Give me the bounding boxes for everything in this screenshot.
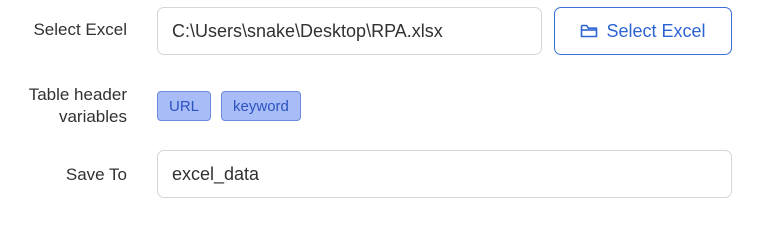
variable-tag-url[interactable]: URL	[157, 91, 212, 121]
variable-tag-keyword[interactable]: keyword	[221, 91, 301, 121]
excel-path-input[interactable]	[172, 20, 527, 42]
header-variables-row: Table header variables	[0, 80, 762, 140]
header-variables-label-line1: Table header	[28, 85, 127, 104]
select-excel-button[interactable]: Select Excel	[554, 7, 732, 55]
folder-open-icon	[580, 23, 598, 39]
save-to-input[interactable]	[172, 163, 717, 185]
select-excel-row: Select Excel Select Excel	[0, 0, 762, 62]
header-variable-tags: URL keyword	[157, 91, 301, 121]
header-variables-label: Table header variables	[0, 84, 127, 128]
save-to-row: Save To	[0, 145, 762, 205]
header-variables-label-line2: variables	[58, 107, 127, 126]
excel-path-field[interactable]	[157, 7, 542, 55]
save-to-label: Save To	[65, 165, 127, 184]
save-to-field[interactable]	[157, 150, 732, 198]
excel-form: Select Excel Select Excel Table header v…	[0, 0, 762, 211]
select-excel-button-label: Select Excel	[606, 20, 706, 41]
select-excel-label: Select Excel	[33, 20, 127, 39]
